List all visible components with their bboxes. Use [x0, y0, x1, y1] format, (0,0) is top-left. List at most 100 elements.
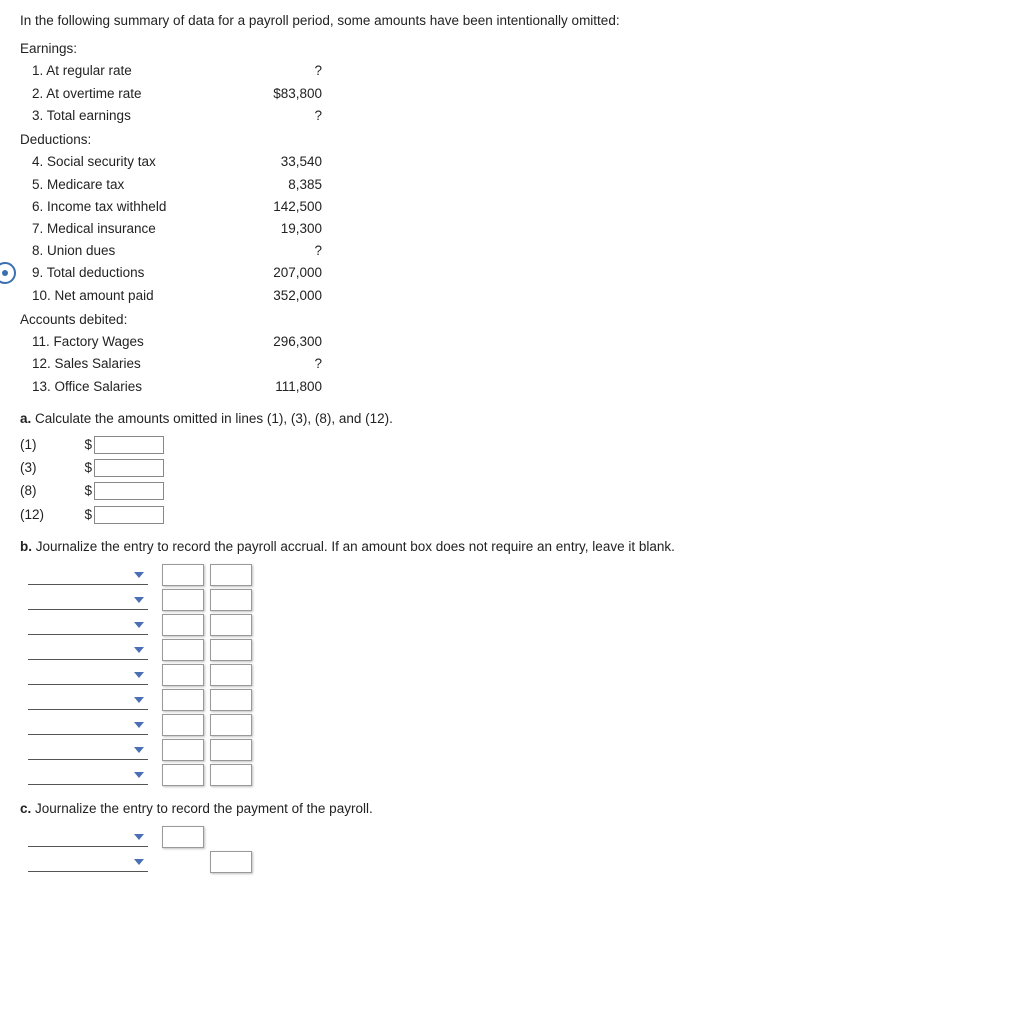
answer-tag: (12) — [20, 506, 80, 524]
data-row: 12. Sales Salaries? — [32, 355, 1004, 373]
row-label: 6. Income tax withheld — [32, 198, 232, 216]
row-value: 33,540 — [232, 153, 322, 171]
debit-amount-input[interactable] — [162, 764, 204, 786]
chevron-down-icon — [134, 859, 144, 865]
part-a-prompt: a. Calculate the amounts omitted in line… — [20, 410, 1004, 428]
credit-amount-input[interactable] — [210, 564, 252, 586]
amount-input[interactable] — [94, 459, 164, 477]
journal-row — [20, 639, 1004, 661]
chevron-down-icon — [134, 772, 144, 778]
row-value: 296,300 — [232, 333, 322, 351]
row-label: 13. Office Salaries — [32, 378, 232, 396]
chevron-down-icon — [134, 722, 144, 728]
row-value: 8,385 — [232, 176, 322, 194]
debit-amount-input[interactable] — [210, 851, 252, 873]
account-select[interactable] — [28, 715, 148, 735]
data-row: 1. At regular rate? — [32, 62, 1004, 80]
credit-amount-input[interactable] — [210, 689, 252, 711]
answer-row: (3)$ — [20, 459, 1004, 477]
credit-amount-input[interactable] — [210, 764, 252, 786]
chevron-down-icon — [134, 622, 144, 628]
data-row: 13. Office Salaries111,800 — [32, 378, 1004, 396]
part-b-prompt: b. Journalize the entry to record the pa… — [20, 538, 1004, 556]
credit-amount-input[interactable] — [210, 614, 252, 636]
earnings-heading: Earnings: — [20, 40, 1004, 58]
chevron-down-icon — [134, 834, 144, 840]
row-label: 11. Factory Wages — [32, 333, 232, 351]
data-row: 5. Medicare tax8,385 — [32, 176, 1004, 194]
row-value: ? — [232, 107, 322, 125]
journal-row — [20, 614, 1004, 636]
row-label: 5. Medicare tax — [32, 176, 232, 194]
row-value: 111,800 — [232, 378, 322, 396]
debit-amount-input[interactable] — [162, 589, 204, 611]
account-select[interactable] — [28, 665, 148, 685]
data-row: 3. Total earnings? — [32, 107, 1004, 125]
data-row: 7. Medical insurance19,300 — [32, 220, 1004, 238]
account-select[interactable] — [28, 740, 148, 760]
credit-amount-input[interactable] — [210, 639, 252, 661]
account-select[interactable] — [28, 615, 148, 635]
account-select[interactable] — [28, 765, 148, 785]
data-row: 8. Union dues? — [32, 242, 1004, 260]
data-row: 11. Factory Wages296,300 — [32, 333, 1004, 351]
journal-row — [20, 589, 1004, 611]
data-row: 6. Income tax withheld142,500 — [32, 198, 1004, 216]
debit-amount-input[interactable] — [162, 614, 204, 636]
part-c: c. Journalize the entry to record the pa… — [20, 800, 1004, 873]
data-row: 10. Net amount paid352,000 — [32, 287, 1004, 305]
credit-amount-input[interactable] — [210, 714, 252, 736]
account-select[interactable] — [28, 565, 148, 585]
account-select[interactable] — [28, 827, 148, 847]
data-row: 9. Total deductions207,000 — [32, 264, 1004, 282]
currency-symbol: $ — [80, 482, 94, 500]
debit-amount-input[interactable] — [162, 714, 204, 736]
row-label: 3. Total earnings — [32, 107, 232, 125]
row-label: 8. Union dues — [32, 242, 232, 260]
intro-text: In the following summary of data for a p… — [20, 12, 1004, 30]
chevron-down-icon — [134, 697, 144, 703]
row-value: 142,500 — [232, 198, 322, 216]
chevron-down-icon — [134, 747, 144, 753]
part-b-text: Journalize the entry to record the payro… — [32, 539, 675, 554]
account-select[interactable] — [28, 640, 148, 660]
row-value: 19,300 — [232, 220, 322, 238]
amount-input[interactable] — [94, 482, 164, 500]
row-label: 2. At overtime rate — [32, 85, 232, 103]
account-select[interactable] — [28, 852, 148, 872]
row-label: 7. Medical insurance — [32, 220, 232, 238]
debit-amount-input[interactable] — [162, 739, 204, 761]
amount-input[interactable] — [94, 436, 164, 454]
account-select[interactable] — [28, 590, 148, 610]
answer-tag: (8) — [20, 482, 80, 500]
step-marker-icon — [0, 262, 16, 284]
account-select[interactable] — [28, 690, 148, 710]
part-c-text: Journalize the entry to record the payme… — [31, 801, 372, 816]
part-a: a. Calculate the amounts omitted in line… — [20, 410, 1004, 524]
row-label: 10. Net amount paid — [32, 287, 232, 305]
row-value: ? — [232, 62, 322, 80]
answer-row: (8)$ — [20, 482, 1004, 500]
row-value: 352,000 — [232, 287, 322, 305]
part-c-prompt: c. Journalize the entry to record the pa… — [20, 800, 1004, 818]
debit-amount-input[interactable] — [162, 564, 204, 586]
chevron-down-icon — [134, 647, 144, 653]
journal-row — [20, 739, 1004, 761]
journal-row — [20, 851, 1004, 873]
credit-amount-input[interactable] — [210, 664, 252, 686]
journal-row — [20, 664, 1004, 686]
amount-input[interactable] — [94, 506, 164, 524]
debit-amount-input[interactable] — [162, 664, 204, 686]
row-label: 4. Social security tax — [32, 153, 232, 171]
debit-amount-input[interactable] — [162, 826, 204, 848]
row-label: 12. Sales Salaries — [32, 355, 232, 373]
answer-row: (1)$ — [20, 436, 1004, 454]
debit-amount-input[interactable] — [162, 689, 204, 711]
accounts-heading: Accounts debited: — [20, 311, 1004, 329]
credit-amount-input[interactable] — [210, 739, 252, 761]
journal-row — [20, 714, 1004, 736]
chevron-down-icon — [134, 572, 144, 578]
part-a-text: Calculate the amounts omitted in lines (… — [31, 411, 393, 426]
debit-amount-input[interactable] — [162, 639, 204, 661]
credit-amount-input[interactable] — [210, 589, 252, 611]
